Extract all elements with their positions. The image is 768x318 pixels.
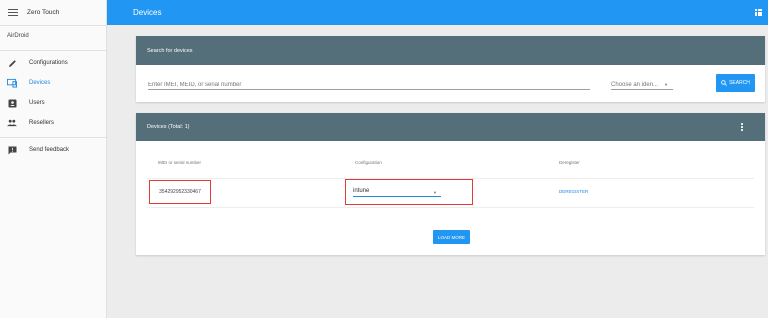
- sidebar-item-label: Send feedback: [29, 147, 70, 153]
- sidebar-item-label: Devices: [29, 80, 51, 86]
- sidebar-item-label: Configurations: [29, 60, 68, 66]
- people-icon: [7, 118, 17, 128]
- devices-total-heading: Devices (Total: 1): [147, 124, 190, 130]
- pencil-icon: [7, 58, 17, 68]
- page-title: Devices: [133, 8, 162, 17]
- devices-card: Devices (Total: 1) IMEI or serial number…: [136, 113, 765, 255]
- column-header-configuration: Configuration: [355, 160, 382, 165]
- menu-icon[interactable]: [8, 9, 18, 16]
- more-options-icon[interactable]: [741, 123, 743, 131]
- user-badge-icon: [7, 98, 17, 108]
- sidebar-item-label: Resellers: [29, 120, 55, 126]
- search-icon: [721, 80, 727, 86]
- device-imei-cell: 354292952330467: [149, 180, 211, 204]
- sidebar-header: Zero Touch: [0, 0, 106, 25]
- configuration-value: intune: [353, 188, 370, 194]
- chevron-down-icon: ▼: [433, 190, 437, 195]
- sidebar-item-resellers[interactable]: Resellers: [0, 113, 106, 133]
- imei-search-input[interactable]: [148, 80, 590, 90]
- identifier-select-value: Choose an iden...: [611, 81, 659, 88]
- load-more-button[interactable]: LOAD MORE: [433, 230, 470, 244]
- deregister-link[interactable]: DEREGISTER: [559, 189, 588, 194]
- sidebar-item-users[interactable]: Users: [0, 93, 106, 113]
- search-button-label: SEARCH: [729, 80, 750, 86]
- column-header-deregister: Deregister: [559, 160, 580, 165]
- sidebar: Zero Touch AirDroid Configurations Devic…: [0, 0, 107, 318]
- sidebar-item-send-feedback[interactable]: Send feedback: [0, 140, 106, 160]
- chevron-down-icon: ▼: [664, 82, 668, 87]
- search-row: Choose an iden... ▼ SEARCH: [136, 65, 765, 102]
- column-header-imei: IMEI or serial number: [158, 160, 202, 165]
- search-card: Search for devices Choose an iden... ▼ S…: [136, 36, 765, 102]
- feedback-icon: [7, 145, 17, 155]
- divider: [147, 207, 754, 208]
- configuration-select[interactable]: intune ▼: [353, 188, 441, 197]
- identifier-type-select[interactable]: Choose an iden... ▼: [611, 80, 673, 90]
- search-button[interactable]: SEARCH: [716, 74, 755, 92]
- device-imei: 354292952330467: [159, 189, 201, 195]
- sidebar-item-configurations[interactable]: Configurations: [0, 53, 106, 73]
- search-card-heading: Search for devices: [136, 36, 765, 65]
- apps-grid-icon[interactable]: [755, 9, 762, 16]
- sidebar-item-label: Users: [29, 100, 45, 106]
- sidebar-item-devices[interactable]: Devices: [0, 73, 106, 93]
- organization-name: AirDroid: [7, 33, 29, 39]
- configuration-highlight: intune ▼: [345, 179, 473, 205]
- divider: [0, 137, 106, 138]
- devices-card-header: Devices (Total: 1): [136, 113, 765, 141]
- app-header: Devices: [107, 0, 768, 25]
- devices-icon: [7, 78, 17, 88]
- app-name: Zero Touch: [27, 9, 60, 16]
